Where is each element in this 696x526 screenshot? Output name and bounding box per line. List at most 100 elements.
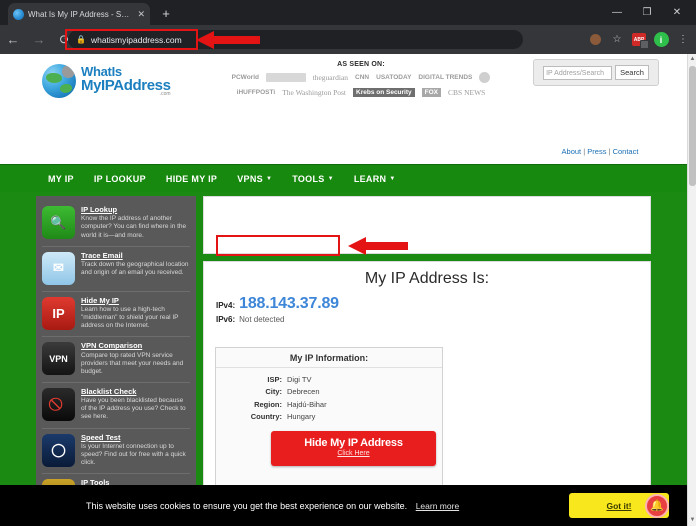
minimize-icon[interactable]: — xyxy=(602,0,632,25)
sidebar-item-ip-lookup[interactable]: 🔍 IP Lookup Know the IP address of anoth… xyxy=(42,201,190,247)
blacklist-ban-icon: ⃠ xyxy=(42,387,75,421)
sidebar-item-vpn-comparison[interactable]: VPN VPN Comparison Compare top rated VPN… xyxy=(42,337,190,383)
cookie-learn-more-link[interactable]: Learn more xyxy=(416,501,459,511)
sidebar-title-speed-test: Speed Test xyxy=(81,432,121,442)
close-icon[interactable]: ✕ xyxy=(137,9,145,19)
chevron-down-icon: ▼ xyxy=(327,176,334,182)
scrollbar-thumb[interactable] xyxy=(689,66,696,186)
sidebar-desc-trace-email: Track down the geographical location and… xyxy=(81,260,189,276)
nav-item-tools[interactable]: TOOLS ▼ xyxy=(292,174,334,184)
menu-icon[interactable]: ⋮ xyxy=(673,30,693,50)
page-body: 🔍 IP Lookup Know the IP address of anoth… xyxy=(0,192,687,526)
sidebar-item-speed-test[interactable]: ◯ Speed Test Is your Internet connection… xyxy=(42,429,190,475)
bookmark-star-icon[interactable]: ☆ xyxy=(607,30,627,50)
link-press[interactable]: Press xyxy=(587,147,606,156)
ipv4-value[interactable]: 188.143.37.89 xyxy=(239,295,339,313)
hide-my-ip-button-sublabel: Click Here xyxy=(337,450,370,457)
info-row-isp: ISP: Digi TV xyxy=(216,374,442,386)
info-row-country: Country: Hungary xyxy=(216,411,442,423)
ip-information-title: My IP Information: xyxy=(216,348,442,368)
nav-label-ip-lookup: IP LOOKUP xyxy=(93,174,146,184)
page-scrollbar[interactable]: ▲ ▼ xyxy=(687,54,696,526)
adblock-extension-icon[interactable]: ABP xyxy=(629,30,649,50)
nav-label-vpns: VPNS xyxy=(237,174,263,184)
logo-text: WhatIs MyIPAddress .com xyxy=(81,64,171,98)
window-controls: — ❐ ✕ xyxy=(602,0,692,25)
chevron-down-icon: ▼ xyxy=(389,176,396,182)
sidebar-title-vpn-comparison: VPN Comparison xyxy=(81,341,143,351)
profile-avatar[interactable]: i xyxy=(651,30,671,50)
search-button[interactable]: Search xyxy=(615,65,649,80)
sidebar: 🔍 IP Lookup Know the IP address of anoth… xyxy=(36,196,196,526)
address-bar-url: whatismyipaddress.com xyxy=(90,34,182,45)
nav-item-vpns[interactable]: VPNS ▼ xyxy=(237,174,272,184)
ip-information-rows: ISP: Digi TV City: Debrecen Region: Hajd… xyxy=(216,368,442,424)
logo-badge-icon xyxy=(62,65,75,78)
back-icon[interactable]: ← xyxy=(0,25,26,54)
nav-item-hide-my-ip[interactable]: HIDE MY IP xyxy=(166,174,217,184)
browser-toolbar-icons: ☆ ABP i ⋮ xyxy=(585,25,693,54)
magnifier-ip-icon: 🔍 xyxy=(42,206,75,239)
bell-icon[interactable]: 🔔 xyxy=(645,493,669,518)
speedometer-icon: ◯ xyxy=(42,433,75,467)
info-value-region: Hajdú-Bihar xyxy=(287,399,327,409)
sidebar-item-trace-email[interactable]: ✉ Trace Email Track down the geographica… xyxy=(42,247,190,292)
main-column: My IP Address Is: IPv4: 188.143.37.89 IP… xyxy=(203,196,651,526)
forward-icon[interactable]: → xyxy=(26,25,52,54)
browser-tab-title: What Is My IP Address - See You xyxy=(28,9,133,19)
search-input[interactable]: IP Address/Search xyxy=(543,65,613,80)
press-logo-nbc xyxy=(479,71,491,83)
cookie-message: This website uses cookies to ensure you … xyxy=(86,500,408,511)
nav-item-ip-lookup[interactable]: IP LOOKUP xyxy=(94,174,146,184)
site-logo[interactable]: WhatIs MyIPAddress .com xyxy=(42,64,171,98)
address-bar[interactable]: 🔒 whatismyipaddress.com xyxy=(68,30,523,49)
vpn-lock-icon: VPN xyxy=(42,342,75,376)
sidebar-item-blacklist-check[interactable]: ⃠ Blacklist Check Have you been blacklis… xyxy=(42,383,190,429)
nav-label-hide-my-ip: HIDE MY IP xyxy=(165,174,218,184)
press-logo-cbs-news: CBS NEWS xyxy=(448,87,486,97)
nav-label-learn: LEARN xyxy=(353,174,387,184)
press-logo-forbes: Forbes xyxy=(265,72,306,82)
sidebar-item-hide-my-ip[interactable]: IP Hide My IP Learn how to use a high-te… xyxy=(42,292,190,338)
scroll-down-arrow-icon[interactable]: ▼ xyxy=(688,515,696,526)
press-logo-guardian: theguardian xyxy=(312,72,349,82)
maximize-icon[interactable]: ❐ xyxy=(632,0,662,25)
sidebar-title-ip-lookup: IP Lookup xyxy=(81,205,118,214)
link-separator-1: | xyxy=(583,147,586,156)
press-logo-usatoday: USATODAY xyxy=(376,73,412,81)
logo-line2: MyIPAddress xyxy=(81,76,171,94)
sidebar-desc-speed-test: Is your Internet connection up to speed?… xyxy=(81,442,186,466)
extension-icon[interactable] xyxy=(585,30,605,50)
sidebar-desc-blacklist-check: Have you been blacklisted because of the… xyxy=(81,397,186,421)
press-logos-row-1: PCWorld Forbes theguardian CNN USATODAY … xyxy=(196,71,526,83)
as-seen-on-section: AS SEEN ON: PCWorld Forbes theguardian C… xyxy=(196,61,526,98)
ip-address-card: My IP Address Is: IPv4: 188.143.37.89 IP… xyxy=(203,261,651,526)
window-close-icon[interactable]: ✕ xyxy=(662,0,692,25)
browser-tab-strip: What Is My IP Address - See You ✕ + — ❐ … xyxy=(0,0,696,25)
nav-item-learn[interactable]: LEARN ▼ xyxy=(354,174,396,184)
press-logo-krebs: Krebs on Security xyxy=(353,87,415,97)
email-trace-icon: ✉ xyxy=(42,251,75,285)
ipv6-row: IPv6: Not detected xyxy=(216,315,650,324)
site-search: IP Address/Search Search xyxy=(533,59,659,86)
ipv4-row: IPv4: 188.143.37.89 xyxy=(216,295,650,313)
cookie-banner-text: This website uses cookies to ensure you … xyxy=(86,501,459,511)
ipv6-value: Not detected xyxy=(239,315,285,324)
new-tab-button[interactable]: + xyxy=(158,6,174,22)
hide-my-ip-button[interactable]: Hide My IP Address Click Here xyxy=(271,431,436,466)
scroll-up-arrow-icon[interactable]: ▲ xyxy=(688,54,696,65)
sidebar-desc-ip-lookup: Know the IP address of another computer?… xyxy=(81,215,187,239)
ipv6-label: IPv6: xyxy=(216,315,236,324)
info-key-country: Country: xyxy=(250,412,282,422)
ad-placeholder xyxy=(203,196,651,254)
press-logo-huffpost: iHUFFPOSTi xyxy=(236,88,276,96)
chevron-down-icon: ▼ xyxy=(265,176,273,182)
page-title: My IP Address Is: xyxy=(364,270,490,287)
sidebar-desc-hide-my-ip: Learn how to use a high-tech "middleman"… xyxy=(81,305,179,330)
header-links: About | Press | Contact xyxy=(540,147,660,156)
browser-tab[interactable]: What Is My IP Address - See You ✕ xyxy=(8,3,150,25)
link-contact[interactable]: Contact xyxy=(613,147,639,156)
link-about[interactable]: About xyxy=(562,147,582,156)
press-logo-digital-trends: DIGITAL TRENDS xyxy=(418,73,473,81)
nav-item-my-ip[interactable]: MY IP xyxy=(48,174,74,184)
